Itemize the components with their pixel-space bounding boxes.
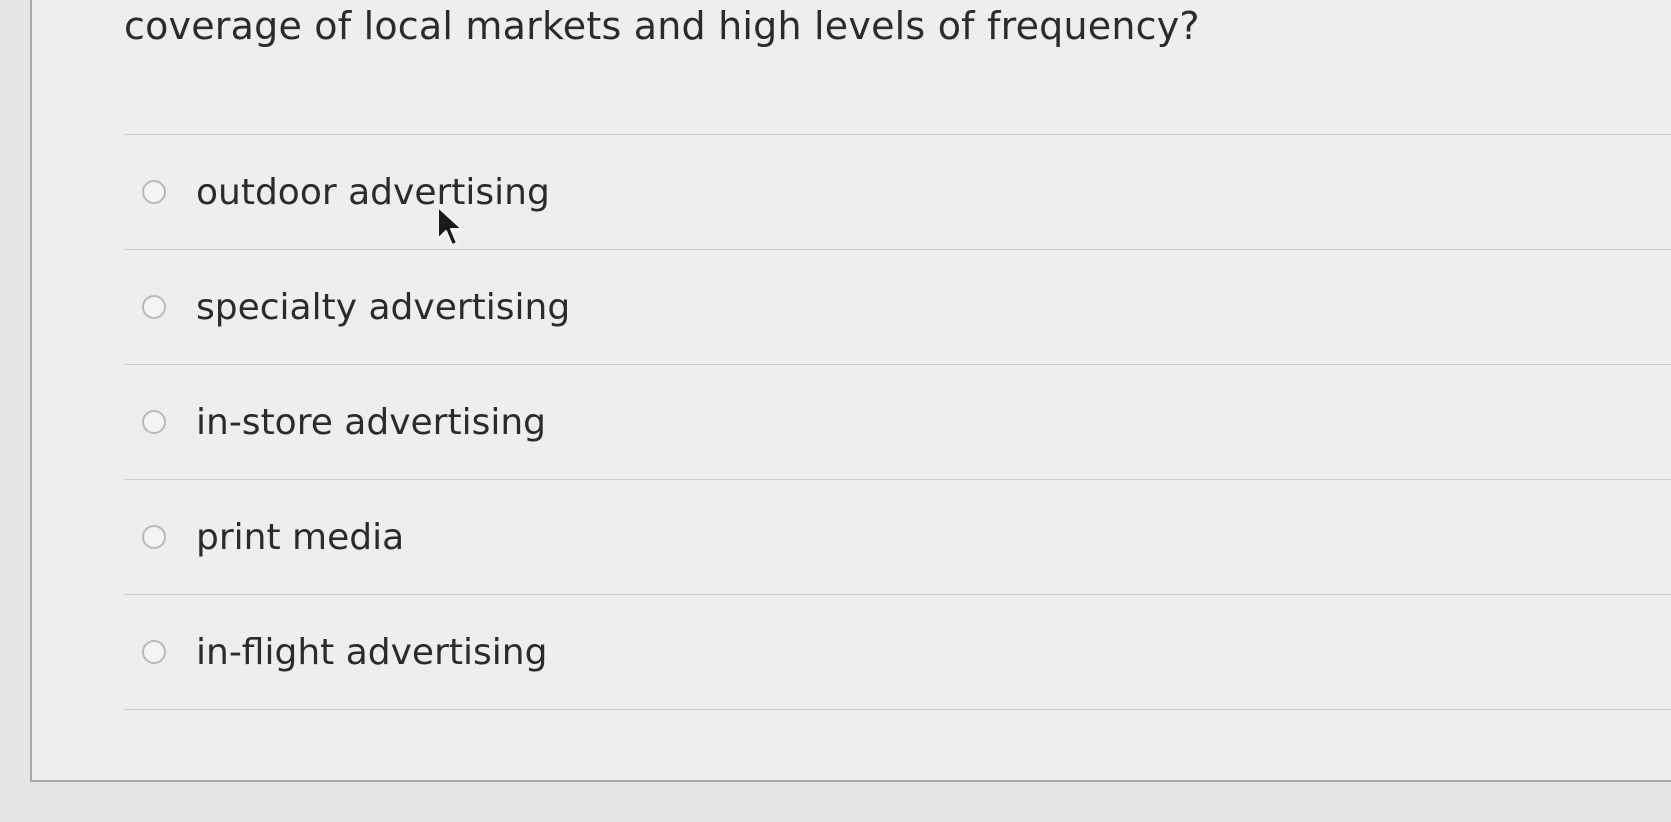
- radio-button[interactable]: [142, 295, 166, 319]
- radio-button[interactable]: [142, 640, 166, 664]
- choice-in-store-advertising[interactable]: in-store advertising: [124, 365, 1671, 480]
- choice-label: print media: [196, 516, 405, 558]
- choice-outdoor-advertising[interactable]: outdoor advertising: [124, 135, 1671, 250]
- arrow-pointer-icon: [437, 206, 463, 246]
- question-text: coverage of local markets and high level…: [124, 4, 1200, 48]
- choice-label: in-store advertising: [196, 401, 547, 443]
- choice-label: specialty advertising: [196, 286, 571, 328]
- question-panel: coverage of local markets and high level…: [30, 0, 1671, 782]
- choice-print-media[interactable]: print media: [124, 480, 1671, 595]
- answer-choices: outdoor advertising specialty advertisin…: [124, 134, 1671, 710]
- radio-button[interactable]: [142, 410, 166, 434]
- choice-in-flight-advertising[interactable]: in-flight advertising: [124, 595, 1671, 710]
- choice-label: in-flight advertising: [196, 631, 548, 673]
- radio-button[interactable]: [142, 180, 166, 204]
- choice-label: outdoor advertising: [196, 171, 550, 213]
- choice-specialty-advertising[interactable]: specialty advertising: [124, 250, 1671, 365]
- radio-button[interactable]: [142, 525, 166, 549]
